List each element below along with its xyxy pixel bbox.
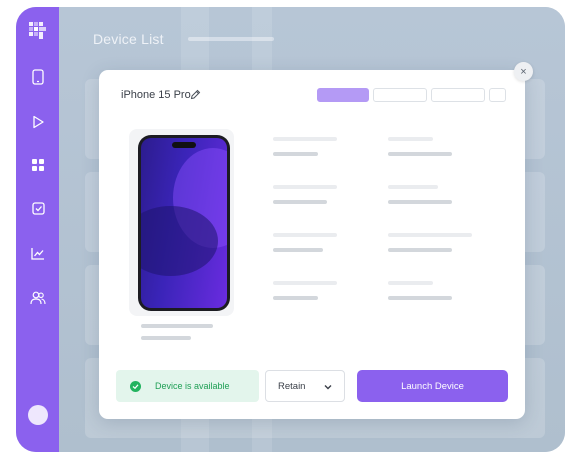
placeholder-line: [141, 336, 191, 340]
placeholder-line: [273, 185, 337, 189]
smartphone-icon: [32, 69, 44, 85]
device-name: iPhone 15 Pro: [121, 89, 191, 101]
placeholder-line: [388, 296, 452, 300]
placeholder-line: [273, 137, 337, 141]
close-button[interactable]: ×: [514, 62, 533, 81]
placeholder-line: [273, 296, 318, 300]
placeholder-line: [388, 152, 452, 156]
placeholder-line: [388, 137, 433, 141]
pencil-icon[interactable]: [190, 89, 201, 100]
chart-icon: [31, 247, 44, 260]
sidebar-item-devices[interactable]: [28, 67, 48, 87]
placeholder-line: [388, 185, 438, 189]
retain-select[interactable]: Retain: [265, 370, 345, 402]
status-badge: Device is available: [116, 370, 259, 402]
placeholder-line: [273, 152, 318, 156]
placeholder-line: [388, 281, 433, 285]
sidebar-item-users[interactable]: [28, 288, 48, 308]
sidebar-item-tasks[interactable]: [28, 198, 48, 218]
play-icon: [32, 115, 44, 129]
placeholder-line: [273, 200, 327, 204]
placeholder-line: [273, 233, 337, 237]
tab[interactable]: [373, 88, 427, 102]
users-icon: [30, 291, 46, 305]
device-image: [138, 135, 230, 311]
launch-device-button[interactable]: Launch Device: [357, 370, 508, 402]
sidebar-item-analytics[interactable]: [28, 243, 48, 263]
logo-icon: [29, 22, 46, 39]
placeholder-line: [141, 324, 213, 328]
placeholder-line: [273, 248, 323, 252]
page-title: Device List: [93, 31, 164, 47]
check-circle-icon: [130, 380, 141, 392]
sidebar: [16, 7, 59, 452]
close-icon: ×: [520, 65, 527, 78]
avatar[interactable]: [28, 405, 48, 425]
sidebar-item-play[interactable]: [28, 112, 48, 132]
checkbox-icon: [31, 201, 45, 215]
tab-active[interactable]: [317, 88, 369, 102]
device-screen: [141, 138, 227, 308]
grid-icon: [32, 159, 44, 171]
sidebar-item-apps[interactable]: [28, 155, 48, 175]
placeholder-line: [388, 200, 452, 204]
status-text: Device is available: [155, 381, 230, 391]
placeholder-line: [388, 233, 472, 237]
tab[interactable]: [431, 88, 485, 102]
placeholder-line: [273, 281, 337, 285]
dynamic-island: [172, 142, 196, 148]
chevron-down-icon: [324, 385, 332, 390]
tab[interactable]: [489, 88, 506, 102]
device-modal: iPhone 15 Pro Device is available Retain: [99, 70, 525, 419]
placeholder-line: [388, 248, 452, 252]
select-value: Retain: [278, 380, 306, 392]
